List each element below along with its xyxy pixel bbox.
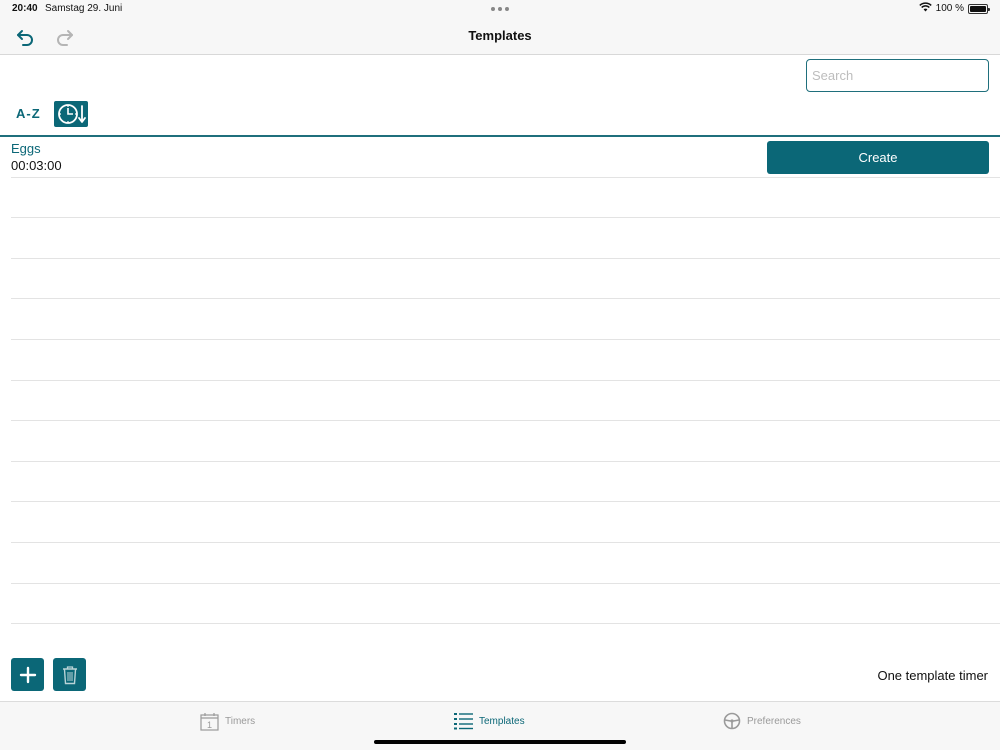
template-row[interactable]: Eggs 00:03:00 Create [11,137,1000,178]
battery-icon [968,3,990,14]
page-title: Templates [468,28,532,43]
multitasking-dots-icon[interactable] [491,7,509,11]
svg-text:1: 1 [207,720,212,730]
empty-list-row [11,218,1000,259]
steering-wheel-icon [723,712,741,730]
trash-icon [62,665,77,684]
wifi-icon [918,2,932,15]
tab-preferences-label: Preferences [747,715,801,727]
search-input[interactable] [806,59,989,92]
navigation-bar: Templates [0,18,1000,55]
empty-list-row [11,543,1000,584]
tab-templates-label: Templates [479,715,525,727]
empty-list-row [11,381,1000,422]
tab-templates[interactable]: Templates [454,712,525,730]
status-time: 20:40 [12,3,38,14]
clock-sort-descending-icon [58,104,86,124]
empty-list-row [11,340,1000,381]
status-date: Samstag 29. Juni [45,3,123,14]
plus-icon [19,666,36,683]
add-template-button[interactable] [11,658,44,691]
sort-alphabetical-button[interactable]: A-Z [16,106,41,121]
list-icon [454,713,473,730]
home-indicator[interactable] [374,740,626,744]
create-timer-button[interactable]: Create [767,141,989,174]
template-duration: 00:03:00 [11,158,62,173]
tab-timers-label: Timers [225,716,256,727]
status-right: 100 % [918,2,990,15]
tab-preferences[interactable]: Preferences [723,712,801,730]
empty-list-row [11,584,1000,625]
empty-list-row [11,462,1000,503]
calendar-icon: 1 [200,713,219,731]
template-list: Eggs 00:03:00 Create [0,137,1000,625]
empty-list-row [11,421,1000,462]
empty-list-row [11,502,1000,543]
delete-template-button[interactable] [53,658,86,691]
empty-list-row [11,299,1000,340]
tab-timers[interactable]: 1 Timers [200,712,255,731]
template-count-text: One template timer [877,668,988,683]
template-name: Eggs [11,141,41,156]
battery-percent: 100 % [935,3,964,14]
empty-list-row [11,178,1000,219]
empty-list-row [11,259,1000,300]
templates-screen: 20:40 Samstag 29. Juni 100 % Templates S… [0,0,1000,750]
sort-by-time-button[interactable] [54,101,88,127]
status-bar: 20:40 Samstag 29. Juni 100 % [0,0,1000,18]
